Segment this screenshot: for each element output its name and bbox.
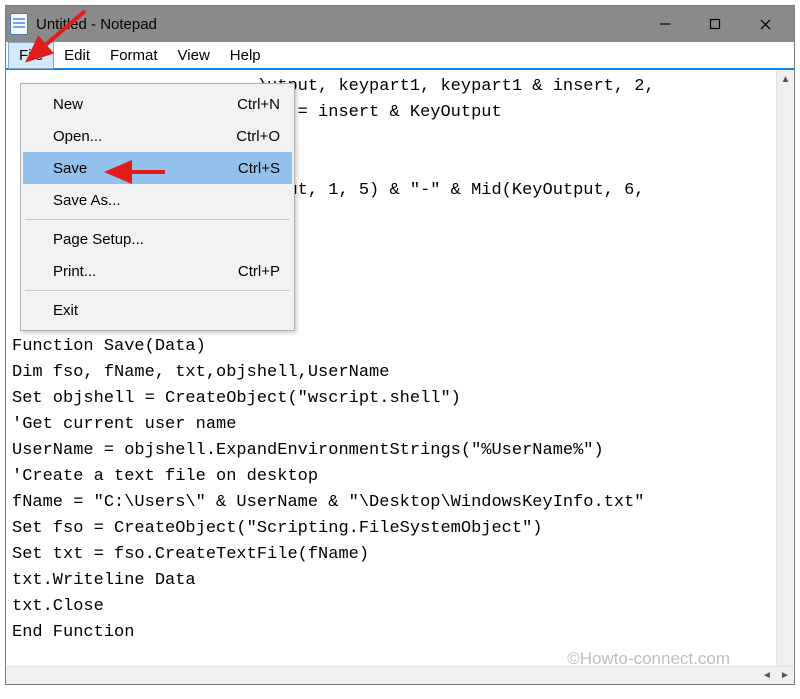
scroll-left-icon[interactable]: ◄ — [758, 667, 776, 684]
minimize-button[interactable] — [640, 6, 690, 42]
menu-item-save-as[interactable]: Save As... — [23, 184, 292, 216]
menu-edit[interactable]: Edit — [54, 43, 100, 68]
notepad-icon — [10, 13, 28, 35]
window-buttons — [640, 6, 790, 42]
menu-separator — [25, 219, 290, 220]
watermark: ©Howto-connect.com — [567, 649, 730, 669]
menu-item-new[interactable]: New Ctrl+N — [23, 88, 292, 120]
menu-file[interactable]: File — [8, 42, 54, 69]
menu-help[interactable]: Help — [220, 43, 271, 68]
close-button[interactable] — [740, 6, 790, 42]
menubar: File Edit Format View Help — [6, 42, 794, 70]
vertical-scrollbar[interactable]: ▲ — [776, 70, 794, 666]
scroll-up-icon[interactable]: ▲ — [777, 70, 794, 88]
menu-format[interactable]: Format — [100, 43, 168, 68]
menu-item-save[interactable]: Save Ctrl+S — [23, 152, 292, 184]
menu-view[interactable]: View — [168, 43, 220, 68]
menu-item-exit[interactable]: Exit — [23, 294, 292, 326]
window-title: Untitled - Notepad — [36, 16, 640, 33]
scroll-right-icon[interactable]: ► — [776, 667, 794, 684]
menu-item-page-setup[interactable]: Page Setup... — [23, 223, 292, 255]
menu-separator — [25, 290, 290, 291]
titlebar[interactable]: Untitled - Notepad — [6, 6, 794, 42]
file-menu-dropdown: New Ctrl+N Open... Ctrl+O Save Ctrl+S Sa… — [20, 83, 295, 331]
menu-item-print[interactable]: Print... Ctrl+P — [23, 255, 292, 287]
menu-item-open[interactable]: Open... Ctrl+O — [23, 120, 292, 152]
maximize-button[interactable] — [690, 6, 740, 42]
